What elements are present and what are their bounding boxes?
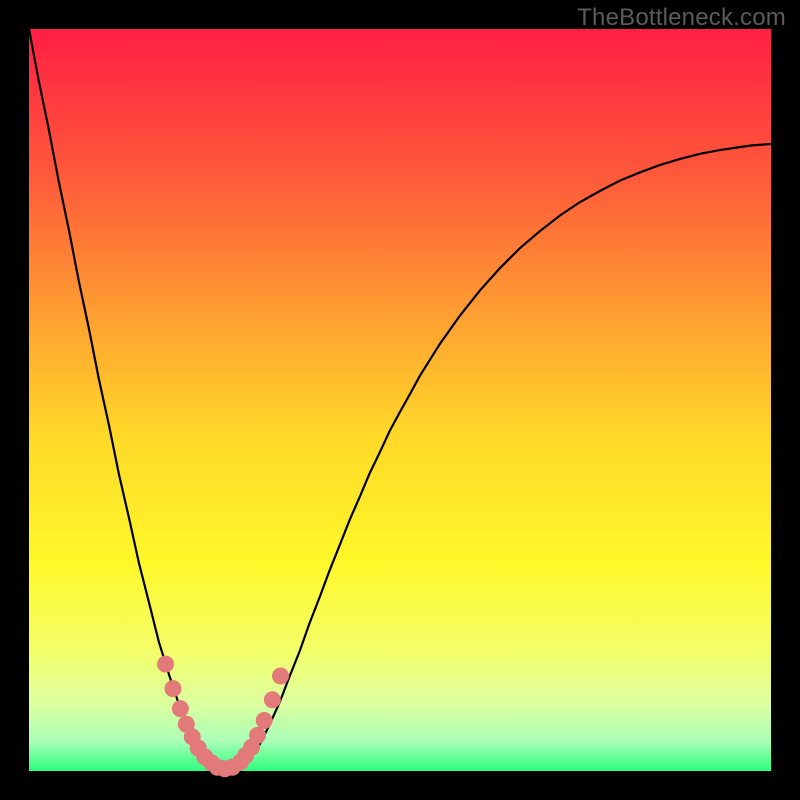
marker-dot (172, 700, 189, 717)
watermark-label: TheBottleneck.com (577, 4, 786, 32)
curve-svg (29, 29, 771, 771)
marker-dot (249, 727, 266, 744)
marker-group (157, 656, 289, 778)
outer-frame: TheBottleneck.com (0, 0, 800, 800)
marker-dot (256, 712, 273, 729)
marker-dot (272, 668, 289, 685)
bottleneck-curve (29, 29, 771, 770)
marker-dot (164, 680, 181, 697)
plot-area (29, 29, 771, 771)
marker-dot (264, 691, 281, 708)
marker-dot (157, 656, 174, 673)
